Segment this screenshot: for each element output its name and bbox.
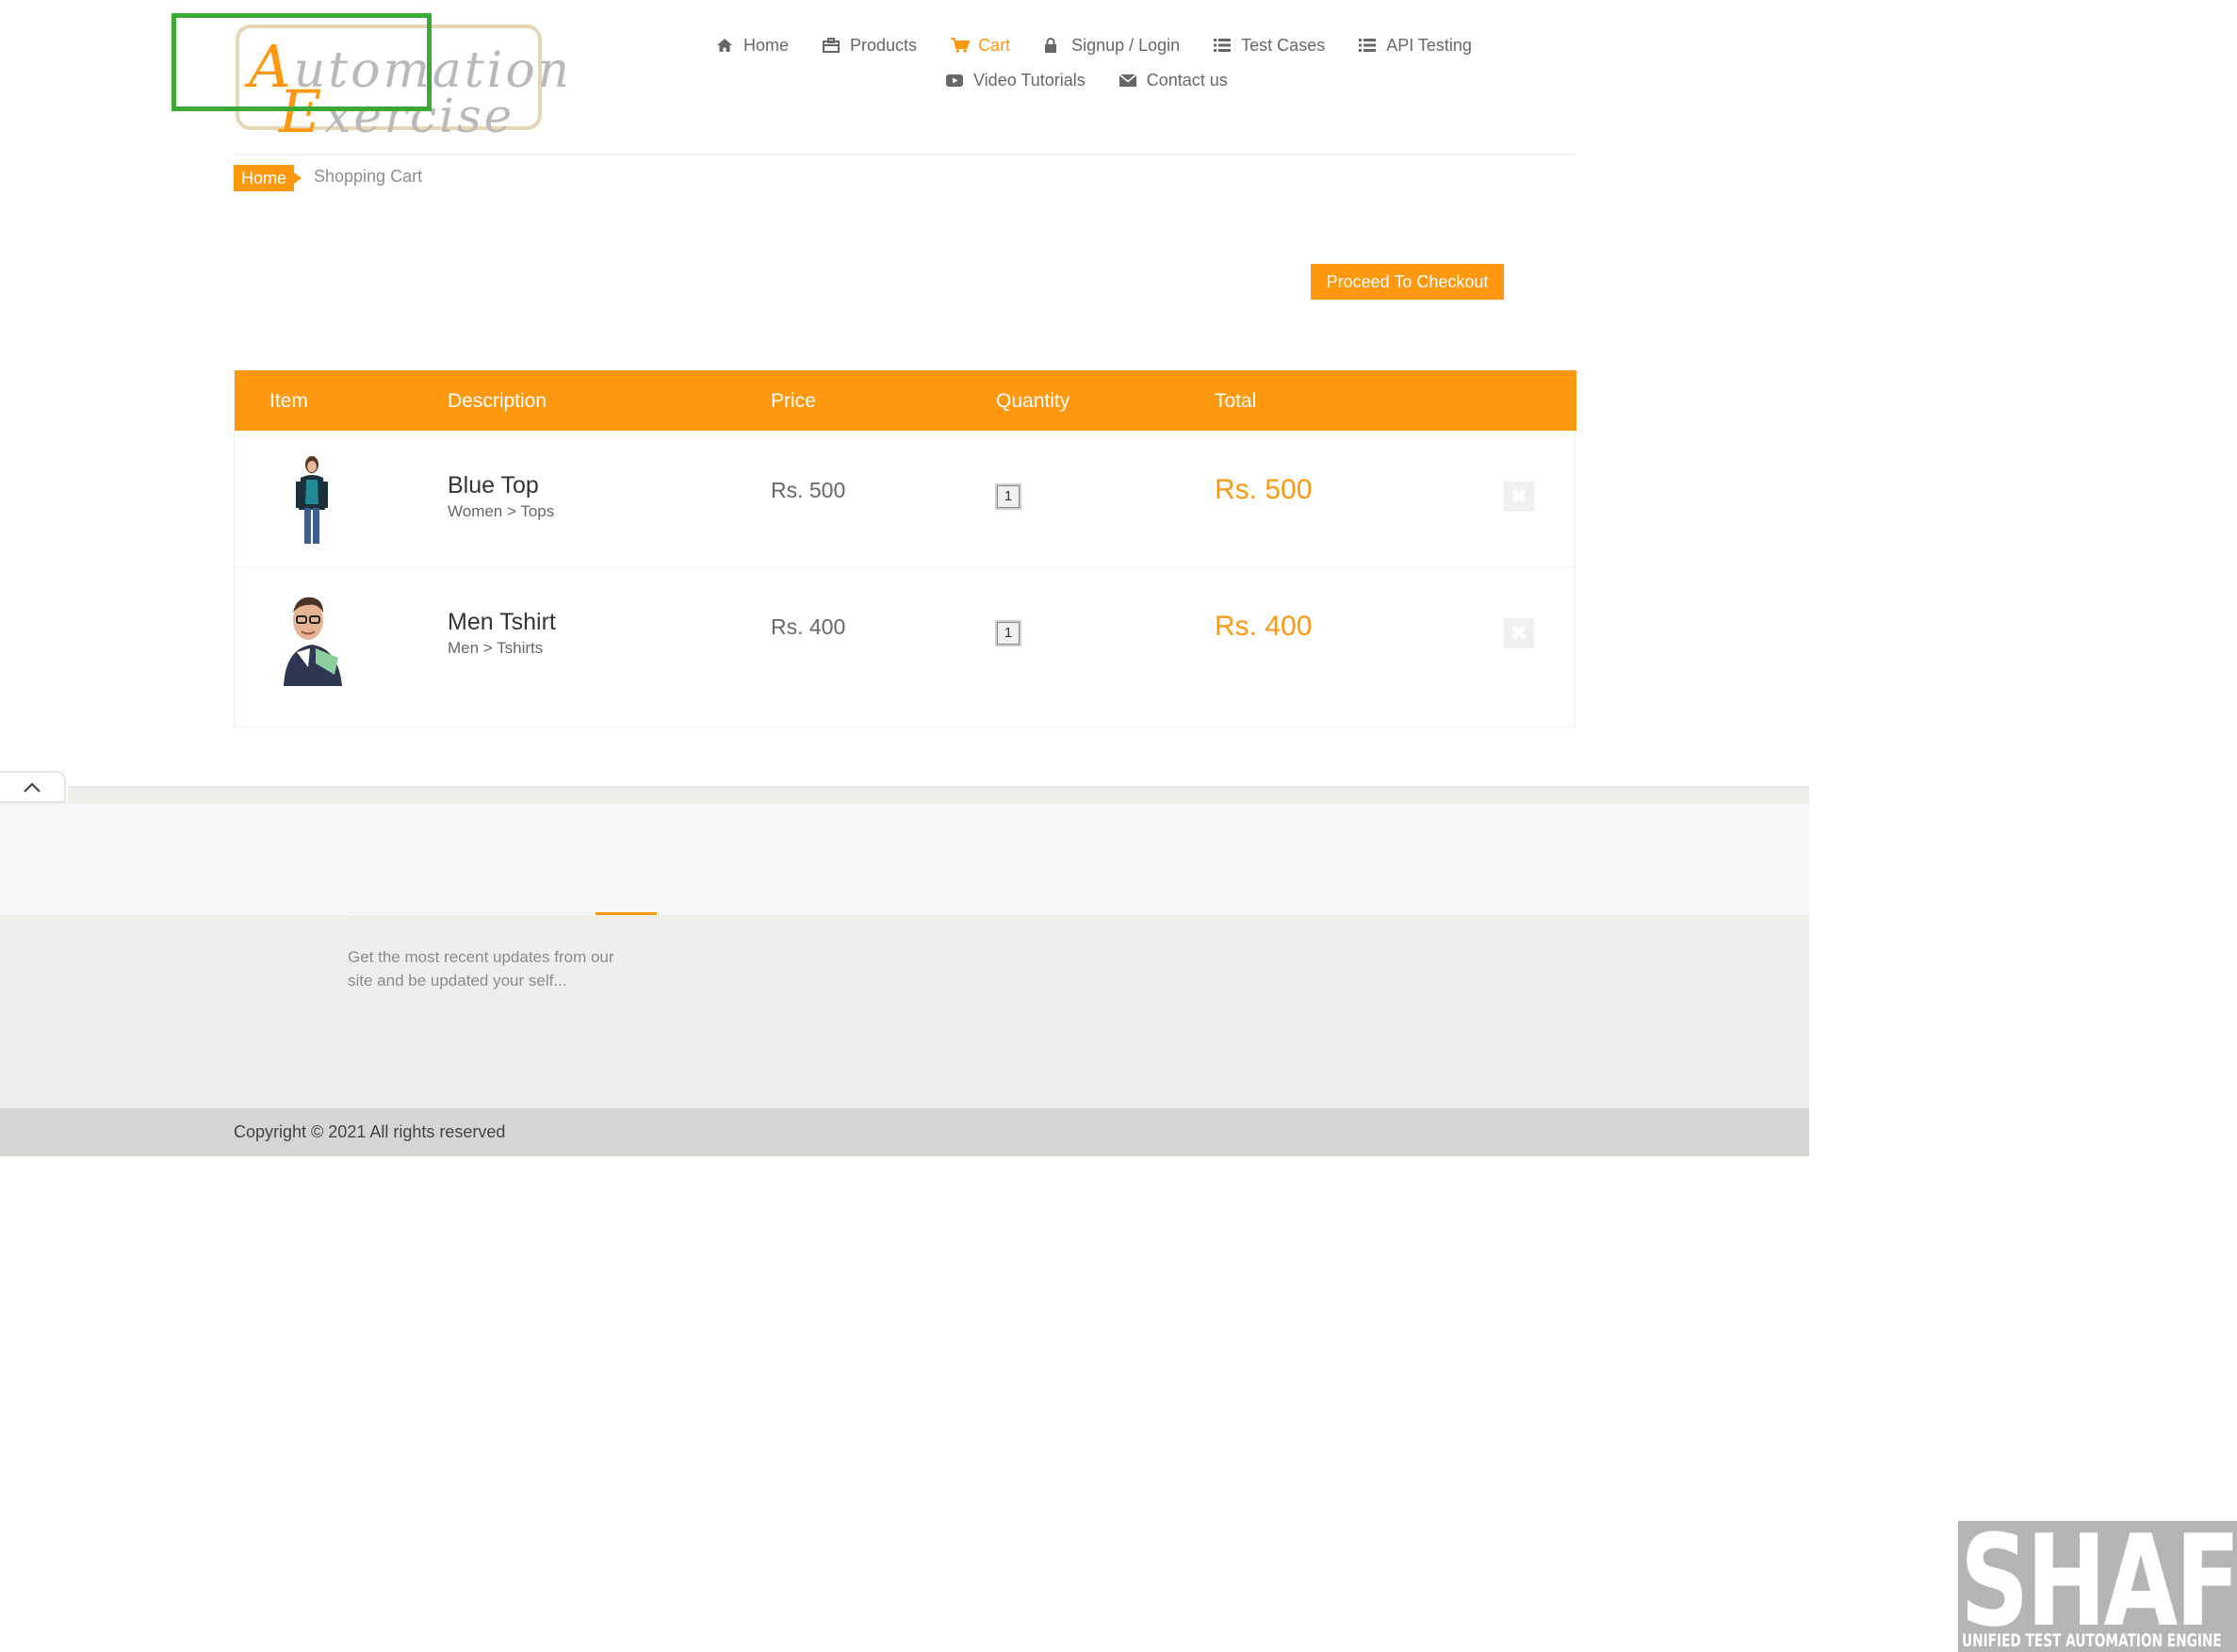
footer-heading-underline xyxy=(348,912,596,914)
header-total: Total xyxy=(1215,390,1257,412)
main-nav-row-2: Video Tutorials Contact us xyxy=(946,71,1262,90)
cart-row-product-1: Blue Top Women > Tops Rs. 500 1 Rs. 500 … xyxy=(235,431,1575,566)
product-image-blue-top[interactable] xyxy=(263,451,361,549)
header-description: Description xyxy=(448,390,547,412)
proceed-to-checkout-button[interactable]: Proceed To Checkout xyxy=(1311,264,1504,300)
footer-top xyxy=(0,803,1809,915)
product-category: Men > Tshirts xyxy=(448,639,544,657)
nav-signup-login[interactable]: Signup / Login xyxy=(1044,36,1180,56)
header-divider xyxy=(234,154,1576,155)
cart-row-product-2: Men Tshirt Men > Tshirts Rs. 400 1 Rs. 4… xyxy=(235,566,1575,703)
close-icon: ✖ xyxy=(1510,621,1528,645)
product-image-men-tshirt[interactable] xyxy=(263,588,361,686)
product-price: Rs. 500 xyxy=(771,478,846,502)
nav-products[interactable]: Products xyxy=(823,36,917,56)
youtube-icon xyxy=(946,73,965,90)
breadcrumb-current: Shopping Cart xyxy=(314,167,423,186)
list-icon xyxy=(1214,38,1233,55)
shaft-watermark-logo: SHAFT UNIFIED TEST AUTOMATION ENGINE xyxy=(1958,1521,2237,1652)
product-total: Rs. 400 xyxy=(1215,611,1313,642)
quantity-box: 1 xyxy=(995,483,1021,510)
lock-icon xyxy=(1044,37,1063,55)
footer-widget xyxy=(0,915,1809,1108)
nav-cart[interactable]: Cart xyxy=(951,36,1010,56)
header-price: Price xyxy=(771,390,816,412)
nav-contact-us[interactable]: Contact us xyxy=(1118,71,1228,90)
subscription-text: Get the most recent updates from our sit… xyxy=(348,948,614,990)
nav-test-cases[interactable]: Test Cases xyxy=(1214,36,1325,56)
cart-table: Item Description Price Quantity Total Bl… xyxy=(234,369,1576,728)
product-category: Women > Tops xyxy=(448,502,555,520)
copyright-text: Copyright © 2021 All rights reserved xyxy=(234,1122,506,1141)
quantity-box: 1 xyxy=(995,620,1021,646)
header-quantity: Quantity xyxy=(996,390,1070,412)
product-name[interactable]: Men Tshirt xyxy=(448,609,556,636)
cart-icon xyxy=(951,37,971,55)
list-icon xyxy=(1359,38,1378,55)
product-price: Rs. 400 xyxy=(771,614,846,639)
main-nav: Home Products Cart Signup / Login Test C… xyxy=(716,36,1506,56)
product-total: Rs. 500 xyxy=(1215,474,1313,505)
close-icon: ✖ xyxy=(1510,484,1528,508)
product-name[interactable]: Blue Top xyxy=(448,472,539,499)
delete-item-button[interactable]: ✖ xyxy=(1504,618,1534,648)
chevron-up-icon xyxy=(23,780,41,798)
header-item: Item xyxy=(269,390,308,412)
delete-item-button[interactable]: ✖ xyxy=(1504,482,1534,512)
element-highlight-box xyxy=(171,13,432,111)
products-icon xyxy=(823,37,841,55)
cart-table-header: Item Description Price Quantity Total xyxy=(235,370,1576,431)
nav-api-testing[interactable]: API Testing xyxy=(1359,36,1472,56)
footer-shade xyxy=(68,786,1809,803)
home-icon xyxy=(716,38,735,55)
envelope-icon xyxy=(1118,73,1138,90)
nav-home[interactable]: Home xyxy=(716,36,789,56)
breadcrumb-home[interactable]: Home xyxy=(234,165,302,191)
nav-video-tutorials[interactable]: Video Tutorials xyxy=(946,71,1086,90)
scroll-up-button[interactable] xyxy=(0,771,66,803)
